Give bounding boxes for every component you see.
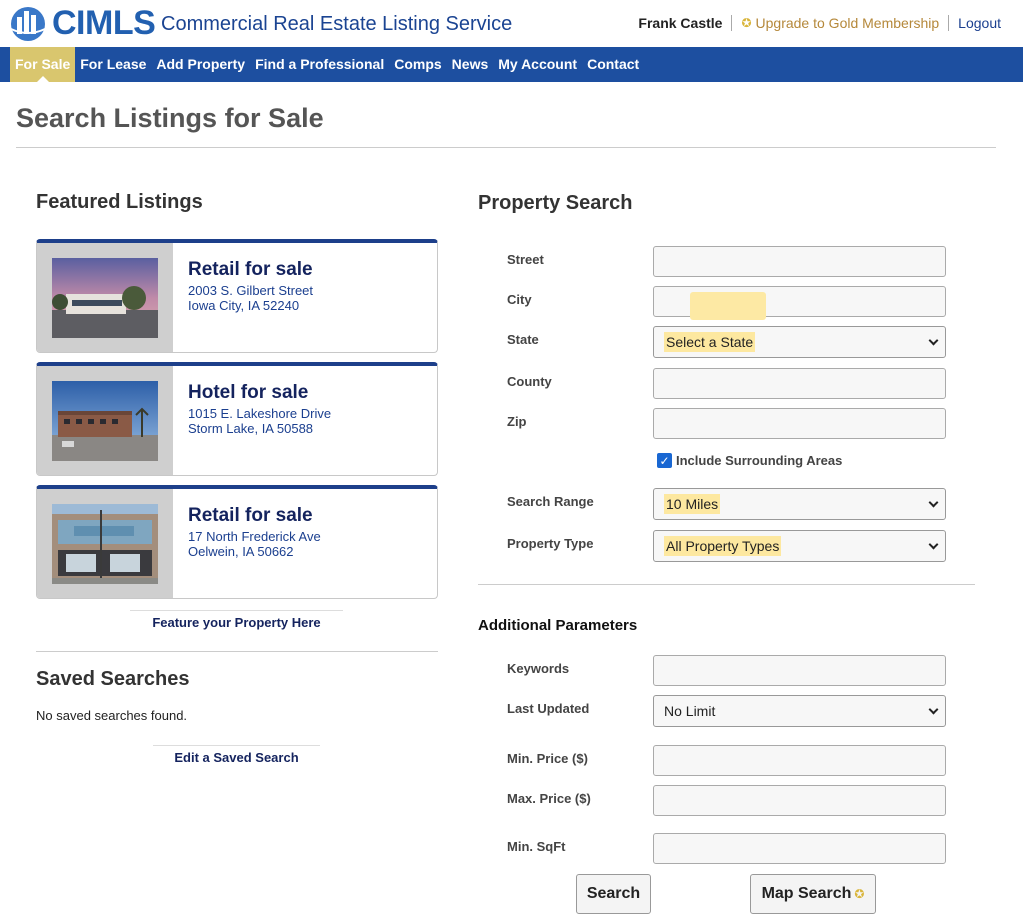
no-saved-text: No saved searches found. — [36, 708, 188, 723]
property-type-value: All Property Types — [664, 536, 782, 556]
map-search-label: Map Search — [761, 885, 852, 902]
highlight-mark — [690, 292, 766, 320]
listing-address: 17 North Frederick Ave — [188, 529, 321, 544]
logout-link[interactable]: Logout — [958, 15, 1001, 31]
chevron-down-icon — [928, 704, 939, 715]
property-search-heading: Property Search — [478, 192, 633, 214]
map-search-button[interactable]: Map Search ✪ — [750, 874, 876, 914]
property-type-label: Property Type — [507, 536, 594, 551]
max-price-input[interactable] — [653, 785, 946, 816]
nav-item-comps[interactable]: Comps — [389, 47, 446, 82]
edit-saved-search-link[interactable]: Edit a Saved Search — [153, 745, 320, 765]
city-label: City — [507, 292, 532, 307]
user-links: Frank Castle ✪ Upgrade to Gold Membershi… — [638, 15, 1001, 31]
listing-thumbnail[interactable] — [37, 489, 173, 598]
nav-item-for-sale[interactable]: For Sale — [10, 47, 76, 82]
upgrade-link[interactable]: ✪ Upgrade to Gold Membership — [741, 15, 939, 31]
chevron-down-icon — [928, 335, 939, 346]
divider — [16, 147, 996, 148]
listing-city: Iowa City, IA 52240 — [188, 298, 300, 313]
featured-heading: Featured Listings — [36, 191, 203, 213]
keywords-input[interactable] — [653, 655, 946, 686]
listing-title[interactable]: Retail for sale — [188, 259, 313, 281]
site-title: Commercial Real Estate Listing Service — [161, 13, 513, 35]
search-range-select[interactable]: 10 Miles — [653, 488, 946, 520]
min-price-input[interactable] — [653, 745, 946, 776]
page-title: Search Listings for Sale — [16, 103, 324, 133]
min-price-label: Min. Price ($) — [507, 751, 588, 766]
listing-card[interactable]: Retail for sale 2003 S. Gilbert Street I… — [36, 239, 438, 353]
max-price-label: Max. Price ($) — [507, 791, 591, 806]
keywords-label: Keywords — [507, 661, 570, 676]
last-updated-select[interactable]: No Limit — [653, 695, 946, 727]
min-sqft-input[interactable] — [653, 833, 946, 864]
property-type-select[interactable]: All Property Types — [653, 530, 946, 562]
divider — [948, 15, 950, 31]
min-sqft-label: Min. SqFt — [507, 839, 566, 854]
street-input[interactable] — [653, 246, 946, 277]
listing-title[interactable]: Retail for sale — [188, 505, 313, 527]
divider — [36, 651, 438, 652]
zip-input[interactable] — [653, 408, 946, 439]
divider — [478, 584, 975, 585]
checkbox-checked-icon[interactable]: ✓ — [657, 453, 672, 468]
feature-property-link[interactable]: Feature your Property Here — [130, 610, 343, 630]
nav-item-my-account[interactable]: My Account — [493, 47, 582, 82]
main-nav: For Sale For Lease Add Property Find a P… — [0, 47, 1023, 82]
nav-item-add-property[interactable]: Add Property — [151, 47, 250, 82]
listing-address: 1015 E. Lakeshore Drive — [188, 406, 332, 421]
listing-card[interactable]: Retail for sale 17 North Frederick Ave O… — [36, 485, 438, 599]
listing-city: Oelwein, IA 50662 — [188, 544, 294, 559]
logo-text: CIMLS — [52, 4, 156, 42]
state-select[interactable]: Select a State — [653, 326, 946, 358]
nav-item-find-professional[interactable]: Find a Professional — [250, 47, 389, 82]
saved-searches-heading: Saved Searches — [36, 668, 190, 690]
globe-logo-icon — [10, 7, 46, 41]
surrounding-areas-option[interactable]: ✓ Include Surrounding Areas — [657, 453, 842, 468]
street-label: Street — [507, 252, 544, 267]
last-updated-value: No Limit — [664, 703, 716, 719]
chevron-down-icon — [928, 497, 939, 508]
county-input[interactable] — [653, 368, 946, 399]
search-button[interactable]: Search — [576, 874, 651, 914]
divider — [731, 15, 733, 31]
listing-photo — [52, 258, 158, 338]
state-label: State — [507, 332, 539, 347]
chevron-down-icon — [928, 539, 939, 550]
search-button-label: Search — [586, 885, 641, 902]
listing-city: Storm Lake, IA 50588 — [188, 421, 314, 436]
top-header: CIMLS Commercial Real Estate Listing Ser… — [0, 0, 1023, 47]
listing-photo — [52, 504, 158, 584]
upgrade-label: Upgrade to Gold Membership — [755, 15, 940, 31]
listing-thumbnail[interactable] — [37, 243, 173, 352]
last-updated-label: Last Updated — [507, 701, 590, 716]
search-range-label: Search Range — [507, 494, 594, 509]
cimls-logo[interactable]: CIMLS — [8, 3, 156, 43]
listing-address: 2003 S. Gilbert Street — [188, 283, 314, 298]
state-value: Select a State — [664, 332, 756, 352]
county-label: County — [507, 374, 552, 389]
listing-title[interactable]: Hotel for sale — [188, 382, 308, 404]
additional-parameters-heading: Additional Parameters — [478, 617, 638, 634]
star-icon: ✪ — [854, 887, 865, 901]
nav-item-contact[interactable]: Contact — [582, 47, 644, 82]
nav-item-news[interactable]: News — [447, 47, 494, 82]
page: CIMLS Commercial Real Estate Listing Ser… — [0, 0, 1023, 917]
zip-label: Zip — [507, 414, 527, 429]
user-name[interactable]: Frank Castle — [638, 15, 722, 31]
listing-photo — [52, 381, 158, 461]
listing-thumbnail[interactable] — [37, 366, 173, 475]
listing-card[interactable]: Hotel for sale 1015 E. Lakeshore Drive S… — [36, 362, 438, 476]
nav-item-for-lease[interactable]: For Lease — [75, 47, 151, 82]
surrounding-areas-label: Include Surrounding Areas — [676, 453, 843, 468]
search-range-value: 10 Miles — [664, 494, 721, 514]
star-icon: ✪ — [741, 16, 752, 30]
